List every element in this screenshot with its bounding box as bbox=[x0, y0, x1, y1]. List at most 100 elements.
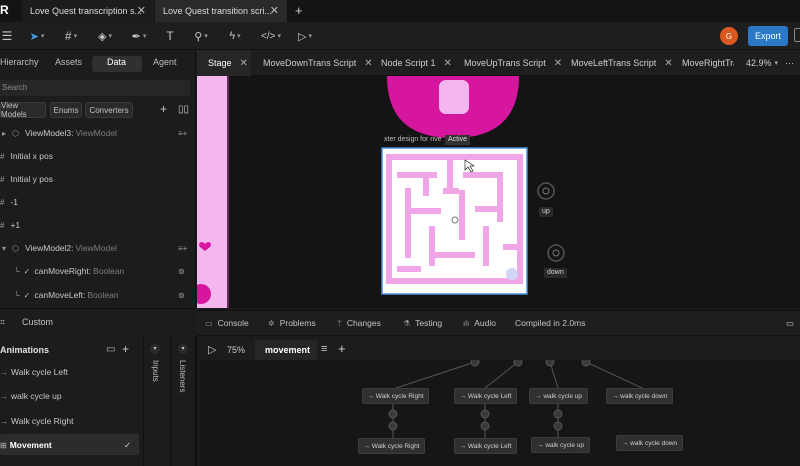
tab-movement[interactable]: movement bbox=[265, 345, 310, 355]
close-icon[interactable]: ✕ bbox=[364, 58, 372, 69]
window-tab-1[interactable]: Love Quest transcription s... ✕ bbox=[22, 0, 154, 22]
list-item[interactable]: └ ✓ canMoveLeft: Boolean ⊚ bbox=[0, 285, 190, 305]
stage-canvas[interactable] bbox=[197, 76, 800, 308]
tab-script[interactable]: MoveUpTrans Script ✕ bbox=[464, 50, 562, 76]
flask-icon: ⚗ bbox=[403, 318, 411, 328]
state-node[interactable]: → walk cycle up bbox=[529, 388, 588, 404]
frame-tool-icon[interactable]: # ▾ bbox=[60, 22, 82, 50]
tab-hierarchy[interactable]: Hierarchy bbox=[0, 57, 39, 67]
new-tab-icon[interactable]: + bbox=[295, 3, 303, 18]
export-button[interactable]: Export bbox=[748, 26, 788, 46]
tab-label: MoveRightTra bbox=[682, 58, 734, 68]
tab-agent[interactable]: Agent bbox=[153, 57, 177, 67]
list-item[interactable]: └ ✓ canMoveRight: Boolean ⊚ bbox=[0, 261, 190, 281]
chevron-right-icon[interactable]: ▸ bbox=[2, 129, 6, 138]
list-add-icon[interactable]: ≡+ bbox=[178, 129, 187, 138]
state-node[interactable]: → Walk cycle Left bbox=[454, 438, 517, 454]
list-item[interactable]: # Initial y pos bbox=[0, 169, 190, 189]
down-label: down bbox=[544, 268, 567, 278]
close-icon[interactable]: ✕ bbox=[664, 58, 672, 69]
state-machine-icon: ⊞ bbox=[0, 440, 7, 450]
state-node[interactable]: → walk cycle down bbox=[616, 435, 683, 451]
close-icon[interactable]: ✕ bbox=[554, 58, 562, 69]
tab-stage[interactable]: Stage ✕ bbox=[208, 50, 248, 76]
list-add-icon[interactable]: ≡+ bbox=[178, 244, 187, 253]
number-icon: # bbox=[0, 151, 5, 161]
list-item[interactable]: ▸ ⬡ ViewModel3: ViewModel ≡+ bbox=[0, 123, 190, 143]
item-name: Walk cycle Right bbox=[11, 416, 74, 426]
list-item[interactable]: ▾ ⬡ ViewModel2: ViewModel ≡+ bbox=[0, 238, 190, 258]
add-animation-icon[interactable]: + bbox=[122, 342, 129, 356]
tab-script[interactable]: MoveLeftTrans Script ✕ bbox=[571, 50, 673, 76]
tab-script[interactable]: MoveRightTra bbox=[682, 50, 734, 76]
state-node[interactable]: → walk cycle down bbox=[606, 388, 673, 404]
link-icon[interactable]: ⊚ bbox=[178, 291, 185, 300]
tab-script[interactable]: Node Script 1 ✕ bbox=[381, 50, 452, 76]
search-input[interactable]: Search bbox=[0, 80, 190, 96]
chip-converters[interactable]: Converters bbox=[85, 102, 133, 118]
list-item[interactable]: → Walk cycle Left bbox=[0, 361, 142, 383]
script-tool-icon[interactable]: </> ▾ bbox=[258, 22, 284, 50]
list-item[interactable]: → walk cycle up bbox=[0, 385, 142, 407]
panel-toggle-icon[interactable] bbox=[794, 28, 800, 42]
number-icon: # bbox=[0, 220, 5, 230]
list-item[interactable]: # +1 bbox=[0, 215, 190, 235]
tab-changes[interactable]: ᛘ Changes bbox=[337, 310, 381, 336]
event-tool-icon[interactable]: ϟ ▾ bbox=[224, 22, 246, 50]
play-icon[interactable]: ▷ ▾ bbox=[294, 22, 316, 50]
select-tool-icon[interactable]: ➤ ▾ bbox=[26, 22, 48, 50]
state-node[interactable]: → Walk cycle Right bbox=[362, 388, 429, 404]
tab-data[interactable]: Data bbox=[107, 57, 126, 67]
folder-icon[interactable]: ▭ bbox=[106, 344, 115, 355]
close-icon[interactable]: ✕ bbox=[240, 58, 248, 69]
state-node[interactable]: → Walk cycle Left bbox=[454, 388, 517, 404]
shape-tool-icon[interactable]: ◈ ▾ bbox=[94, 22, 116, 50]
viewmodel-icon: ⬡ bbox=[12, 128, 19, 138]
chevron-down-icon[interactable]: ▾ bbox=[2, 244, 6, 253]
list-icon[interactable]: ≡ bbox=[321, 343, 327, 355]
close-icon[interactable]: ✕ bbox=[444, 58, 452, 69]
inputs-label[interactable]: Inputs bbox=[151, 360, 160, 382]
close-icon[interactable]: ✕ bbox=[270, 4, 279, 17]
list-item[interactable]: ⊞ Movement ✓ bbox=[0, 434, 142, 456]
book-icon[interactable]: ▯▯ bbox=[178, 104, 189, 115]
tab-testing[interactable]: ⚗ Testing bbox=[403, 310, 442, 336]
add-icon[interactable]: + bbox=[160, 102, 167, 116]
panel-toggle-icon[interactable]: ▭ bbox=[786, 310, 794, 336]
window-tab-label: Love Quest transition scri... bbox=[163, 6, 273, 16]
tab-audio[interactable]: ılı Audio bbox=[463, 310, 496, 336]
tab-assets[interactable]: Assets bbox=[55, 57, 82, 67]
bug-icon: ✲ bbox=[268, 318, 275, 328]
speed-value[interactable]: 75% bbox=[227, 345, 245, 355]
close-icon[interactable]: ✕ bbox=[137, 4, 146, 17]
more-icon[interactable]: ··· bbox=[785, 50, 794, 76]
chevron-down-icon[interactable]: ▾ bbox=[178, 344, 188, 354]
node-label: → Walk cycle Right bbox=[363, 442, 420, 450]
artboard-label[interactable]: xter design for rive bbox=[384, 136, 442, 143]
avatar[interactable]: G bbox=[720, 27, 738, 45]
item-name: Movement bbox=[9, 440, 52, 450]
app-logo-icon[interactable]: R bbox=[0, 3, 16, 19]
list-item[interactable]: # Initial x pos bbox=[0, 146, 190, 166]
bone-tool-icon[interactable]: ⚲ ▾ bbox=[190, 22, 212, 50]
chip-enums[interactable]: Enums bbox=[50, 102, 82, 118]
tab-console[interactable]: ▭ Console bbox=[205, 310, 249, 336]
chip-view-models[interactable]: View Models bbox=[0, 101, 46, 119]
link-icon[interactable]: ⊚ bbox=[178, 267, 185, 276]
add-tab-icon[interactable]: + bbox=[338, 341, 346, 356]
state-node[interactable]: → walk cycle up bbox=[531, 437, 590, 453]
zoom-select[interactable]: 42.9% ▾ bbox=[746, 50, 778, 76]
custom-label[interactable]: Custom bbox=[22, 317, 53, 327]
chevron-down-icon[interactable]: ▾ bbox=[150, 344, 160, 354]
text-tool-icon[interactable]: T bbox=[162, 22, 178, 50]
state-node[interactable]: → Walk cycle Right bbox=[358, 438, 425, 454]
play-icon[interactable]: ▷ bbox=[208, 343, 216, 356]
list-item[interactable]: # -1 bbox=[0, 192, 190, 212]
pen-tool-icon[interactable]: ✒ ▾ bbox=[128, 22, 150, 50]
tab-script[interactable]: MoveDownTrans Script ✕ bbox=[263, 50, 373, 76]
list-item[interactable]: → Walk cycle Right bbox=[0, 410, 142, 432]
tab-problems[interactable]: ✲ Problems bbox=[268, 310, 316, 336]
listeners-label[interactable]: Listeners bbox=[178, 360, 187, 392]
menu-icon[interactable]: ☰ bbox=[0, 22, 14, 50]
window-tab-2[interactable]: Love Quest transition scri... ✕ bbox=[155, 0, 287, 22]
